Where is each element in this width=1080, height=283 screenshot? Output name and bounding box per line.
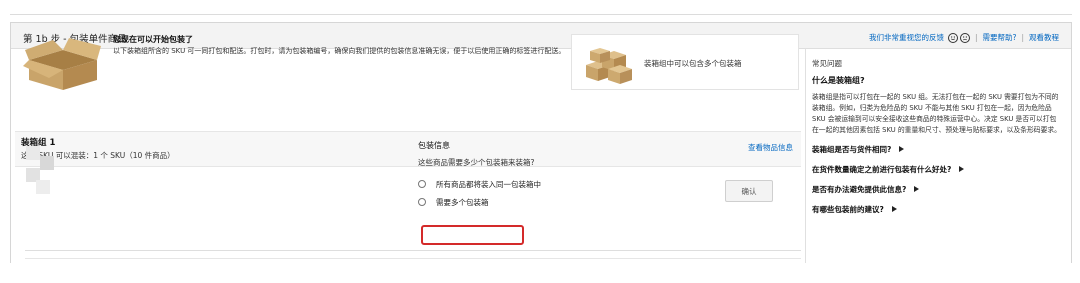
faq-question-5-label: 有哪些包装前的建议? bbox=[812, 205, 884, 214]
option-single-box[interactable]: 所有商品都将装入同一包装箱中 bbox=[418, 178, 541, 190]
faq-question-3[interactable]: 在货件数量确定之前进行包装有什么好处? bbox=[812, 164, 1062, 175]
section-divider bbox=[25, 250, 801, 251]
highlight-annotation bbox=[421, 225, 524, 245]
product-image bbox=[26, 146, 66, 196]
feedback-link[interactable]: 我们非常重视您的反馈 bbox=[869, 32, 944, 43]
faq-title: 常见问题 bbox=[812, 59, 842, 68]
happy-face-icon[interactable] bbox=[947, 32, 958, 43]
faq-question-5[interactable]: 有哪些包装前的建议? bbox=[812, 204, 1062, 215]
expand-arrow-icon bbox=[899, 146, 905, 152]
option-single-box-label: 所有商品都将装入同一包装箱中 bbox=[436, 179, 541, 189]
intro-section: 您现在可以开始包装了 以下装箱组所含的 SKU 可一同打包和配送。打包时，请为包… bbox=[15, 32, 801, 92]
faq-answer-1: 装箱组是指可以打包在一起的 SKU 组。无法打包在一起的 SKU 需要打包为不同… bbox=[812, 93, 1061, 134]
packing-info-title: 包装信息 bbox=[418, 141, 450, 150]
sad-face-icon[interactable] bbox=[959, 32, 970, 43]
radio-multiple-boxes[interactable] bbox=[418, 198, 426, 206]
top-divider bbox=[10, 14, 1072, 15]
need-help-link[interactable]: 需要帮助? bbox=[982, 32, 1016, 43]
intro-text: 以下装箱组所含的 SKU 可一同打包和配送。打包时，请为包装箱编号，确保向我们提… bbox=[113, 47, 566, 55]
intro-title: 您现在可以开始包装了 bbox=[113, 35, 193, 44]
packing-main: 您现在可以开始包装了 以下装箱组所含的 SKU 可一同打包和配送。打包时，请为包… bbox=[15, 32, 801, 263]
header-links: 我们非常重视您的反馈 | 需要帮助? | 观看教程 bbox=[869, 32, 1059, 43]
radio-single-box[interactable] bbox=[418, 180, 426, 188]
expand-arrow-icon bbox=[914, 186, 920, 192]
faq-question-2-label: 装箱组是否与货件相同? bbox=[812, 145, 892, 154]
pack-group-header: 装箱组 1 这些 SKU 可以混装：1 个 SKU（10 件商品） 查看物品信息 bbox=[15, 131, 801, 167]
option-multiple-boxes-label: 需要多个包装箱 bbox=[436, 197, 489, 207]
watch-tutorial-link[interactable]: 观看教程 bbox=[1029, 32, 1059, 43]
open-box-icon bbox=[23, 38, 101, 90]
multi-box-callout: 装箱组中可以包含多个包装箱 bbox=[571, 34, 799, 90]
option-multiple-boxes[interactable]: 需要多个包装箱 bbox=[418, 196, 489, 208]
confirm-button[interactable]: 确认 bbox=[725, 180, 773, 202]
faq-question-4-label: 是否有办法避免提供此信息? bbox=[812, 185, 907, 194]
view-item-info-link[interactable]: 查看物品信息 bbox=[748, 142, 793, 153]
separator: | bbox=[1021, 33, 1024, 42]
multiple-boxes-icon bbox=[586, 48, 632, 84]
section-divider bbox=[25, 258, 801, 259]
column-divider bbox=[805, 48, 806, 263]
multi-box-text: 装箱组中可以包含多个包装箱 bbox=[644, 59, 742, 68]
expand-arrow-icon bbox=[891, 206, 897, 212]
expand-arrow-icon bbox=[959, 166, 965, 172]
faq-question-3-label: 在货件数量确定之前进行包装有什么好处? bbox=[812, 165, 952, 174]
faq-question-1: 什么是装箱组? bbox=[812, 76, 865, 85]
packing-question: 这些商品需要多少个包装箱来装箱? bbox=[418, 158, 535, 167]
faq-sidebar: 常见问题 什么是装箱组? 装箱组是指可以打包在一起的 SKU 组。无法打包在一起… bbox=[812, 58, 1062, 224]
faq-question-4[interactable]: 是否有办法避免提供此信息? bbox=[812, 184, 1062, 195]
separator: | bbox=[974, 33, 978, 42]
faq-question-2[interactable]: 装箱组是否与货件相同? bbox=[812, 144, 1062, 155]
